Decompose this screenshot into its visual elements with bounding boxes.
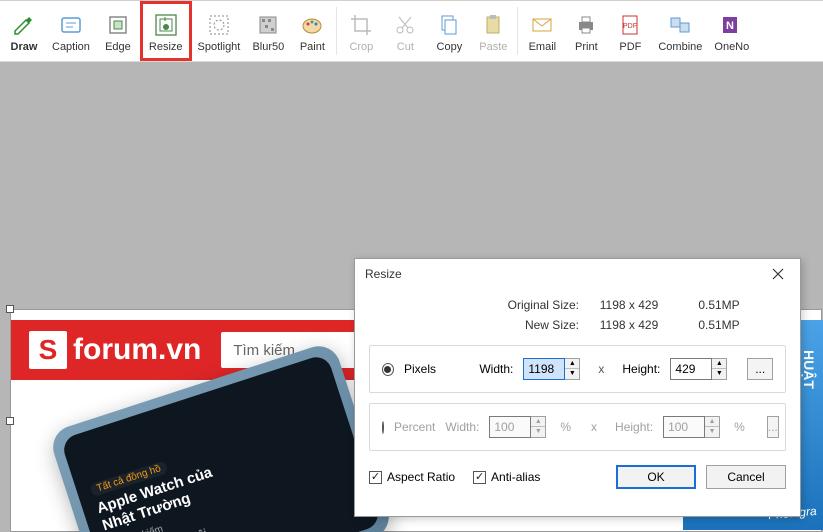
width-percent-spinner: ▲▼	[531, 416, 546, 438]
print-button[interactable]: Print	[564, 1, 608, 61]
caption-icon	[57, 11, 85, 39]
caption-label: Caption	[52, 41, 90, 53]
close-button[interactable]	[764, 263, 792, 285]
cut-label: Cut	[397, 41, 414, 53]
pixels-group: Pixels Width: ▲▼ x Height: ▲▼ ...	[369, 345, 786, 393]
percent-more-button[interactable]: ...	[767, 416, 779, 438]
copy-icon	[435, 11, 463, 39]
pdf-icon: PDF	[616, 11, 644, 39]
antialias-checkbox[interactable]	[473, 471, 486, 484]
draw-icon	[10, 11, 38, 39]
paste-icon	[479, 11, 507, 39]
paste-button[interactable]: Paste	[471, 1, 515, 61]
logo-mark: S	[29, 331, 67, 369]
paste-label: Paste	[479, 41, 507, 53]
height-percent-input	[663, 416, 705, 438]
edge-icon	[104, 11, 132, 39]
crop-icon	[347, 11, 375, 39]
aspect-ratio-checkbox[interactable]	[369, 471, 382, 484]
original-size-value: 1198 x 429	[579, 295, 679, 315]
height-percent-spinner: ▲▼	[705, 416, 720, 438]
percent-radio[interactable]	[382, 421, 384, 434]
new-size-label: New Size:	[429, 315, 579, 335]
edge-label: Edge	[105, 41, 131, 53]
right-tag: HUẬT	[801, 350, 817, 389]
width-label: Width:	[479, 362, 513, 376]
copy-button[interactable]: Copy	[427, 1, 471, 61]
pdf-button[interactable]: PDF PDF	[608, 1, 652, 61]
resize-label: Resize	[149, 41, 183, 53]
crop-button[interactable]: Crop	[339, 1, 383, 61]
height-pixels-spinner[interactable]: ▲▼	[712, 358, 727, 380]
paint-icon	[298, 11, 326, 39]
ok-button[interactable]: OK	[616, 465, 696, 489]
pct-1: %	[560, 420, 571, 434]
width-label-pct: Width:	[445, 420, 479, 434]
resize-icon	[152, 11, 180, 39]
copy-label: Copy	[437, 41, 463, 53]
resize-handle-ml[interactable]	[6, 417, 14, 425]
paint-label: Paint	[300, 41, 325, 53]
pixels-more-button[interactable]: ...	[747, 358, 773, 380]
new-size-value: 1198 x 429	[579, 315, 679, 335]
spotlight-label: Spotlight	[198, 41, 241, 53]
resize-handle-tl[interactable]	[6, 305, 14, 313]
cut-icon	[391, 11, 419, 39]
x-separator: x	[598, 362, 604, 376]
width-pixels-input[interactable]	[523, 358, 565, 380]
spotlight-icon	[205, 11, 233, 39]
logo-text: forum.vn	[73, 333, 201, 367]
draw-label: Draw	[11, 41, 38, 53]
onenote-icon: N	[718, 11, 746, 39]
dialog-title: Resize	[365, 267, 402, 281]
x-separator-pct: x	[591, 420, 597, 434]
height-label: Height:	[622, 362, 660, 376]
email-button[interactable]: Email	[520, 1, 564, 61]
paint-button[interactable]: Paint	[290, 1, 334, 61]
cancel-button[interactable]: Cancel	[706, 465, 786, 489]
email-label: Email	[529, 41, 557, 53]
caption-button[interactable]: Caption	[46, 1, 96, 61]
width-pixels-spinner[interactable]: ▲▼	[565, 358, 580, 380]
spotlight-button[interactable]: Spotlight	[192, 1, 247, 61]
onenote-button[interactable]: N OneNo	[708, 1, 755, 61]
combine-icon	[666, 11, 694, 39]
pct-2: %	[734, 420, 745, 434]
pdf-label: PDF	[619, 41, 641, 53]
height-label-pct: Height:	[615, 420, 653, 434]
pixels-radio[interactable]	[382, 363, 394, 376]
print-icon	[572, 11, 600, 39]
site-logo: S forum.vn	[29, 331, 201, 369]
resize-button[interactable]: Resize	[140, 1, 192, 61]
width-percent-input	[489, 416, 531, 438]
blur-button[interactable]: Blur50	[246, 1, 290, 61]
email-icon	[528, 11, 556, 39]
new-size-mp: 0.51MP	[679, 315, 759, 335]
blur-label: Blur50	[252, 41, 284, 53]
cut-button[interactable]: Cut	[383, 1, 427, 61]
toolbar: Draw Caption Edge Resize Spotlight Blur5…	[0, 0, 823, 62]
antialias-label: Anti-alias	[491, 470, 540, 484]
original-size-label: Original Size:	[429, 295, 579, 315]
resize-dialog: Resize Original Size: 1198 x 429 0.51MP …	[354, 258, 801, 517]
draw-button[interactable]: Draw	[2, 1, 46, 61]
canvas-area: S forum.vn Tìm kiếm Tất cả đồng hồ Apple…	[0, 62, 823, 532]
edge-button[interactable]: Edge	[96, 1, 140, 61]
percent-group: Percent Width: ▲▼ % x Height: ▲▼ % ...	[369, 403, 786, 451]
original-size-mp: 0.51MP	[679, 295, 759, 315]
onenote-label: OneNo	[714, 41, 749, 53]
crop-label: Crop	[349, 41, 373, 53]
combine-label: Combine	[658, 41, 702, 53]
print-label: Print	[575, 41, 598, 53]
percent-label: Percent	[394, 420, 435, 434]
aspect-ratio-label: Aspect Ratio	[387, 470, 455, 484]
dialog-titlebar[interactable]: Resize	[355, 259, 800, 289]
close-icon	[772, 268, 784, 280]
height-pixels-input[interactable]	[670, 358, 712, 380]
svg-text:PDF: PDF	[623, 23, 637, 30]
blur-icon	[254, 11, 282, 39]
pixels-label: Pixels	[404, 362, 469, 376]
combine-button[interactable]: Combine	[652, 1, 708, 61]
svg-text:N: N	[726, 20, 734, 32]
